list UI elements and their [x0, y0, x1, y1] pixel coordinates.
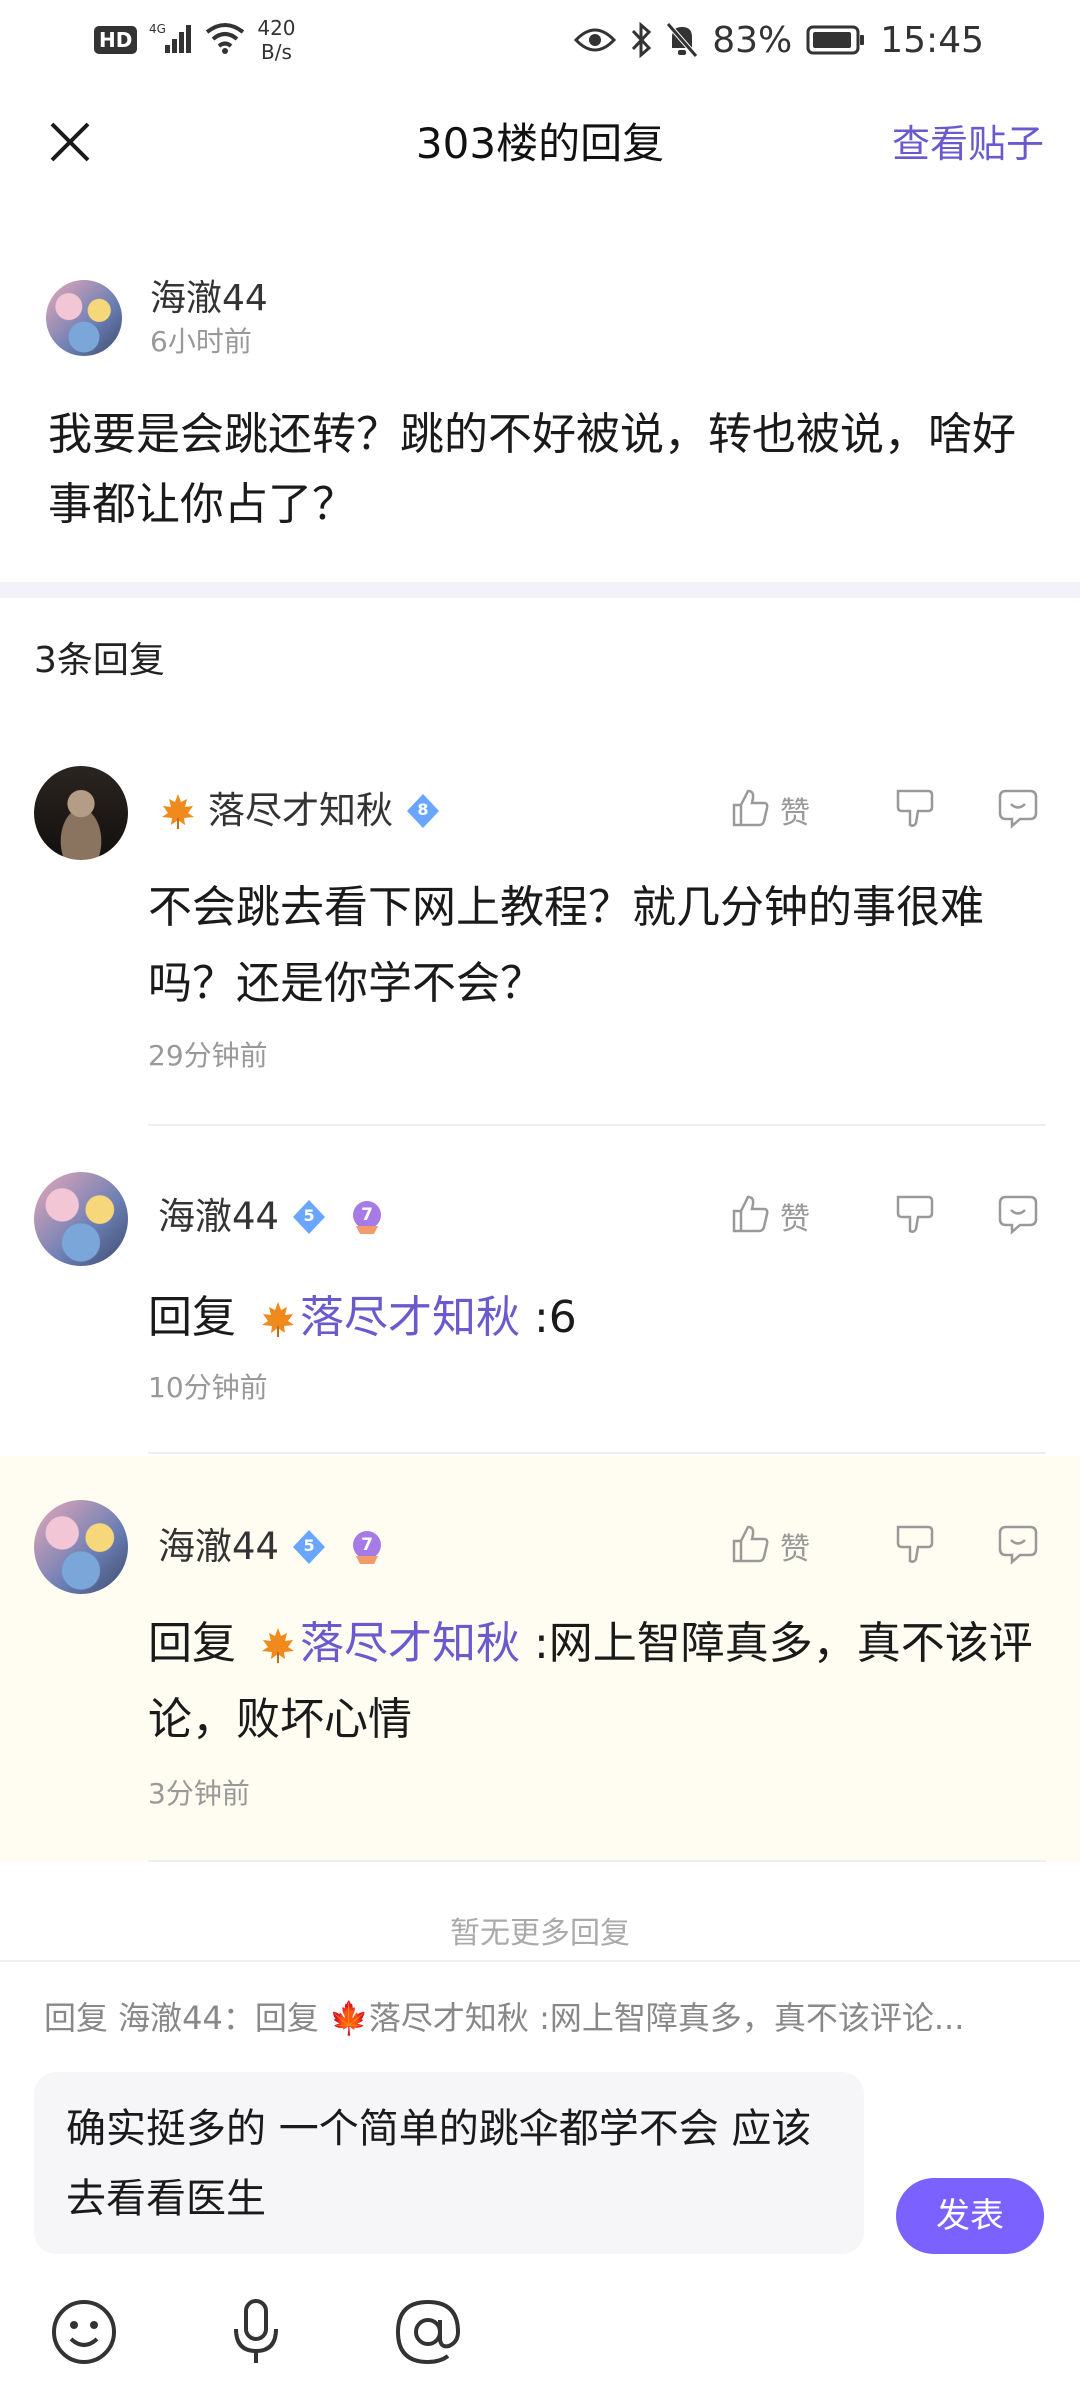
- thumb-up-icon: [730, 787, 772, 833]
- eye-icon: [574, 26, 617, 54]
- diamond-badge: 5: [289, 1527, 329, 1567]
- divider: [148, 1860, 1046, 1862]
- reply-author-row: 落尽才知秋 8: [158, 786, 443, 836]
- reply-author[interactable]: 海澈44: [158, 1192, 279, 1242]
- reply-input[interactable]: 确实挺多的 一个简单的跳伞都学不会 应该去看看医生: [34, 2072, 864, 2254]
- post-content: 我要是会跳还转？跳的不好被说，转也被说，啥好事都让你占了？: [48, 409, 1016, 530]
- avatar[interactable]: [46, 280, 122, 356]
- dislike-button[interactable]: [860, 787, 970, 833]
- like-label: 赞: [780, 1532, 810, 1567]
- top-bar: 303楼的回复 查看贴子: [0, 90, 1080, 200]
- send-button[interactable]: 发表: [896, 2178, 1044, 2254]
- signal-icon: 4G: [149, 21, 193, 59]
- no-more-replies: 暂无更多回复: [450, 1916, 630, 1951]
- comment-icon: [996, 1523, 1040, 1569]
- maple-leaf-icon: [258, 1625, 298, 1665]
- reply-prefix: 回复: [148, 1292, 236, 1343]
- thumb-up-icon: [730, 1523, 772, 1569]
- reply-actions: 赞: [730, 780, 1040, 840]
- thumb-up-icon: [730, 1193, 772, 1239]
- level-number: 7: [361, 1205, 374, 1225]
- avatar[interactable]: [34, 1500, 128, 1594]
- reply-item-highlighted: 海澈44 5 7 赞 回复 落尽才知秋:网上智障真多，真不该评论，败坏心情 3…: [0, 1456, 1080, 1862]
- divider: [148, 1124, 1046, 1126]
- thumb-down-icon: [894, 787, 936, 833]
- dislike-button[interactable]: [860, 1193, 970, 1239]
- battery-icon: [806, 24, 866, 56]
- level-badge: 7: [347, 1197, 387, 1237]
- post-author[interactable]: 海澈44: [150, 276, 268, 322]
- like-button[interactable]: 赞: [730, 1523, 860, 1569]
- avatar[interactable]: [34, 766, 128, 860]
- comment-icon: [996, 787, 1040, 833]
- avatar[interactable]: [34, 1172, 128, 1266]
- like-label: 赞: [780, 796, 810, 831]
- at-icon: [392, 2296, 464, 2372]
- diamond-badge: 8: [403, 791, 443, 831]
- reply-author[interactable]: 海澈44: [158, 1522, 279, 1572]
- section-divider: [0, 582, 1080, 598]
- reply-actions: 赞: [730, 1186, 1040, 1246]
- post-time: 6小时前: [150, 325, 252, 358]
- view-post-link[interactable]: 查看贴子: [892, 116, 1044, 172]
- reply-item: 海澈44 5 7 赞 回复 落尽才知秋:6 10分钟前: [0, 1128, 1080, 1454]
- badge-level: 5: [303, 1536, 315, 1555]
- emoji-icon: [49, 2297, 119, 2371]
- like-button[interactable]: 赞: [730, 1193, 860, 1239]
- comment-button[interactable]: [970, 1193, 1040, 1239]
- thumb-down-icon: [894, 1193, 936, 1239]
- svg-text:4G: 4G: [149, 22, 166, 36]
- emoji-button[interactable]: [46, 2296, 122, 2372]
- comment-button[interactable]: [970, 787, 1040, 833]
- battery-percent: 83%: [712, 19, 793, 61]
- speed-value: 420: [257, 16, 296, 40]
- comment-icon: [996, 1193, 1040, 1239]
- reply-content: 不会跳去看下网上教程？就几分钟的事很难吗？还是你学不会？: [148, 882, 984, 1009]
- reply-target-link[interactable]: 落尽才知秋: [300, 1618, 520, 1669]
- reply-text: :6: [520, 1292, 577, 1343]
- like-label: 赞: [780, 1202, 810, 1237]
- comment-button[interactable]: [970, 1523, 1040, 1569]
- badge-level: 5: [303, 1206, 315, 1225]
- diamond-badge: 5: [289, 1197, 329, 1237]
- dislike-button[interactable]: [860, 1523, 970, 1569]
- reply-time: 29分钟前: [148, 1039, 268, 1072]
- composer-toolbar: [46, 2296, 466, 2372]
- reply-content: 回复 落尽才知秋 :6: [148, 1280, 1048, 1356]
- reply-composer: 回复 海澈44：回复 🍁落尽才知秋 :网上智障真多，真不该评论... 确实挺多的…: [0, 1960, 1080, 2400]
- reply-time: 3分钟前: [148, 1777, 250, 1810]
- floor-post: 海澈44 6小时前 我要是会跳还转？跳的不好被说，转也被说，啥好事都让你占了？: [0, 250, 1080, 580]
- quote-preview: 回复 海澈44：回复 🍁落尽才知秋 :网上智障真多，真不该评论...: [44, 1999, 965, 2037]
- hd-badge: HD: [94, 26, 138, 54]
- level-badge: 7: [347, 1527, 387, 1567]
- status-bar: HD 4G 420 B/s 83% 15:45: [0, 0, 1080, 80]
- reply-author[interactable]: 落尽才知秋: [208, 786, 393, 836]
- bluetooth-icon: [630, 22, 652, 58]
- reply-author-row: 海澈44 5 7: [158, 1192, 387, 1242]
- level-number: 7: [361, 1535, 374, 1555]
- reply-author-row: 海澈44 5 7: [158, 1522, 387, 1572]
- thumb-down-icon: [894, 1523, 936, 1569]
- reply-count: 3条回复: [34, 640, 165, 681]
- reply-prefix: 回复: [148, 1618, 236, 1669]
- divider: [148, 1452, 1046, 1454]
- speed-unit: B/s: [260, 40, 292, 64]
- reply-target-link[interactable]: 落尽才知秋: [300, 1292, 520, 1343]
- clock: 15:45: [880, 19, 984, 61]
- reply-actions: 赞: [730, 1516, 1040, 1576]
- wifi-icon: [205, 22, 245, 58]
- voice-button[interactable]: [218, 2296, 294, 2372]
- reply-content: 回复 落尽才知秋 :网上智障真多，真不该评论，败坏心情: [148, 1606, 1048, 1758]
- like-button[interactable]: 赞: [730, 787, 860, 833]
- badge-level: 8: [417, 800, 429, 819]
- bell-off-icon: [666, 22, 699, 58]
- mention-button[interactable]: [390, 2296, 466, 2372]
- reply-time: 10分钟前: [148, 1371, 268, 1404]
- microphone-icon: [221, 2297, 291, 2371]
- reply-item: 落尽才知秋 8 赞 不会跳去看下网上教程？就几分钟的事很难吗？还是你学不会？ 2…: [0, 730, 1080, 1126]
- maple-leaf-icon: [158, 791, 198, 831]
- network-speed: 420 B/s: [257, 16, 295, 64]
- maple-leaf-icon: [258, 1299, 298, 1339]
